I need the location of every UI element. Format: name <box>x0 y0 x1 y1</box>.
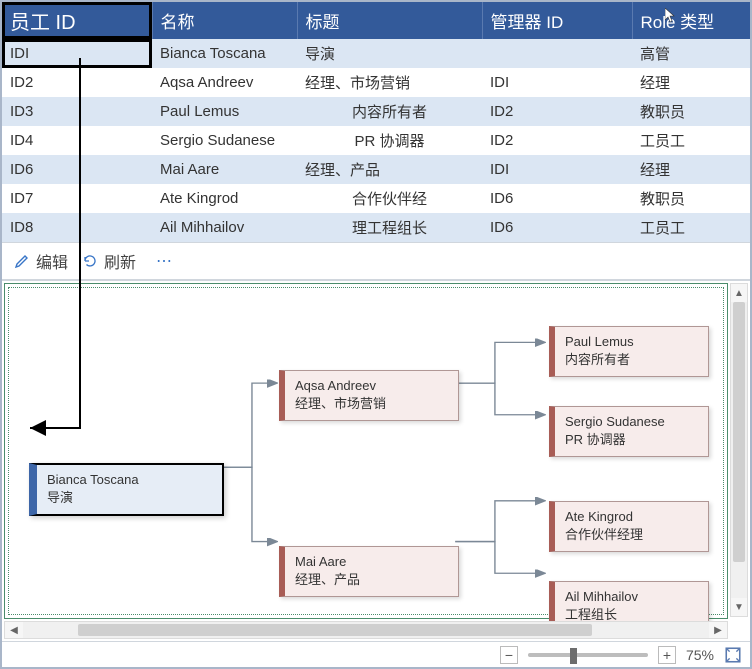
scroll-left-icon[interactable]: ◀ <box>5 622 23 638</box>
zoom-pct: 75% <box>686 647 714 663</box>
table-row[interactable]: ID2 Aqsa Andreev 经理、市场营销 IDI 经理 <box>2 68 750 97</box>
fit-to-window-icon[interactable] <box>724 646 742 664</box>
scroll-up-icon[interactable]: ▲ <box>731 284 747 302</box>
refresh-icon <box>82 253 98 269</box>
col-header-title[interactable]: 标题 <box>297 2 482 39</box>
diagram-canvas[interactable]: Bianca Toscana 导演 Aqsa Andreev 经理、市场营销 M… <box>4 283 728 619</box>
toolbar: 编辑 刷新 ⋯ <box>2 242 750 280</box>
table-row[interactable]: ID3 Paul Lemus 内容所有者 ID2 教职员 <box>2 97 750 126</box>
pencil-icon <box>14 253 30 269</box>
org-node[interactable]: Mai Aare 经理、产品 <box>279 546 459 597</box>
vertical-scrollbar[interactable]: ▲ ▼ <box>730 283 748 617</box>
col-header-role[interactable]: Role 类型 <box>632 2 750 39</box>
edit-button[interactable]: 编辑 <box>14 249 68 273</box>
zoom-in-button[interactable]: + <box>658 646 676 664</box>
zoom-slider[interactable] <box>528 653 648 657</box>
table-row[interactable]: ID4 Sergio Sudanese PR 协调器 ID2 工员工 <box>2 126 750 155</box>
col-header-mgr-id[interactable]: 管理器 ID <box>482 2 632 39</box>
diagram-canvas-inner: Bianca Toscana 导演 Aqsa Andreev 经理、市场营销 M… <box>8 287 724 615</box>
table-row[interactable]: ID8 Ail Mihhailov 理工程组长 ID6 工员工 <box>2 213 750 242</box>
col-header-emp-id[interactable]: 员工 ID <box>2 2 152 39</box>
table-row[interactable]: ID6 Mai Aare 经理、产品 IDI 经理 <box>2 155 750 184</box>
col-header-name[interactable]: 名称 <box>152 2 297 39</box>
table-header-row: 员工 ID 名称 标题 管理器 ID Role 类型 <box>2 2 750 39</box>
org-node[interactable]: Paul Lemus 内容所有者 <box>549 326 709 377</box>
org-node[interactable]: Sergio Sudanese PR 协调器 <box>549 406 709 457</box>
refresh-button[interactable]: 刷新 <box>82 249 136 273</box>
zoom-bar: − + 75% <box>2 641 750 667</box>
zoom-handle[interactable] <box>570 648 577 664</box>
scroll-right-icon[interactable]: ▶ <box>709 622 727 638</box>
table-row[interactable]: IDI Bianca Toscana 导演 高管 <box>2 39 750 68</box>
scroll-thumb[interactable] <box>733 302 745 562</box>
diagram-canvas-wrap: Bianca Toscana 导演 Aqsa Andreev 经理、市场营销 M… <box>2 280 750 641</box>
scroll-thumb[interactable] <box>78 624 593 636</box>
org-node[interactable]: Aqsa Andreev 经理、市场营销 <box>279 370 459 421</box>
horizontal-scrollbar[interactable]: ◀ ▶ <box>4 621 728 639</box>
table-row[interactable]: ID7 Ate Kingrod 合作伙伴经 ID6 教职员 <box>2 184 750 213</box>
employee-table: 员工 ID 名称 标题 管理器 ID Role 类型 IDI Bianca To… <box>2 2 750 242</box>
more-button[interactable]: ⋯ <box>150 251 181 271</box>
org-node[interactable]: Ate Kingrod 合作伙伴经理 <box>549 501 709 552</box>
zoom-out-button[interactable]: − <box>500 646 518 664</box>
scroll-down-icon[interactable]: ▼ <box>731 598 747 616</box>
org-node-root[interactable]: Bianca Toscana 导演 <box>29 463 224 516</box>
